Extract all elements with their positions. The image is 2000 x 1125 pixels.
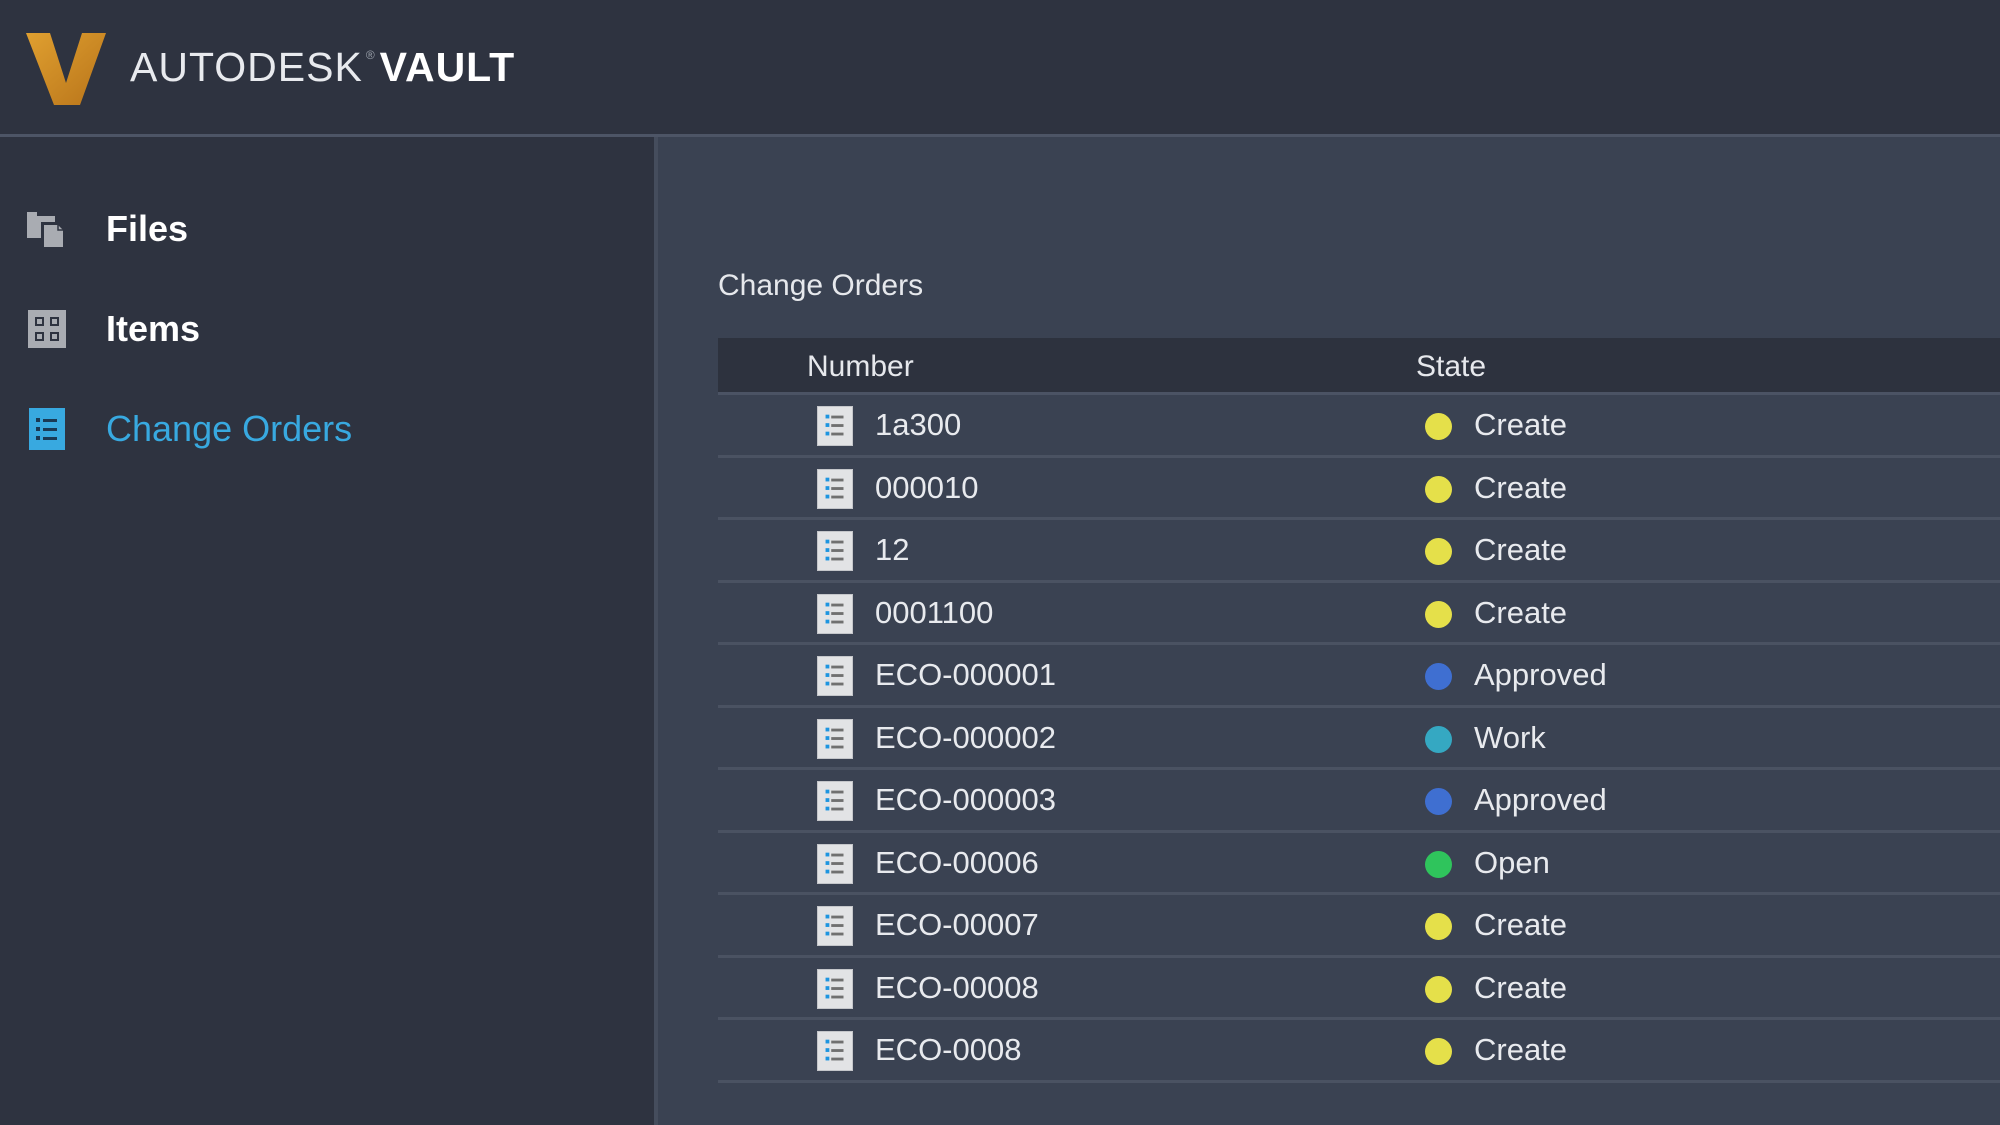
change-order-state: Open: [1474, 844, 1550, 880]
state-indicator-icon: [1425, 1038, 1452, 1065]
change-order-state: Work: [1474, 719, 1546, 755]
change-order-icon: [817, 968, 853, 1009]
change-order-icon: [817, 593, 853, 634]
change-order-number[interactable]: ECO-00006: [875, 833, 1039, 893]
main-content: Change Orders Number State 1a300 Create …: [658, 137, 2000, 1125]
table-row[interactable]: 0001100 Create: [718, 583, 2000, 645]
change-order-number[interactable]: ECO-000002: [875, 708, 1056, 768]
table-row[interactable]: ECO-000003 Approved: [718, 770, 2000, 833]
table-row[interactable]: ECO-00007 Create: [718, 895, 2000, 958]
change-order-icon: [817, 656, 853, 696]
change-order-icon: [817, 718, 853, 759]
change-order-state: Create: [1474, 907, 1568, 942]
table-row[interactable]: ECO-000001 Approved: [718, 645, 2000, 708]
state-indicator-icon: [1425, 600, 1452, 628]
change-order-state: Create: [1474, 469, 1568, 505]
items-grid-icon: [28, 310, 66, 348]
change-order-number[interactable]: ECO-00008: [875, 958, 1039, 1018]
change-order-number[interactable]: ECO-000003: [875, 770, 1056, 830]
change-order-state: Create: [1474, 1032, 1568, 1067]
change-order-list-icon: [29, 408, 65, 450]
table-header: Number State: [718, 338, 2000, 395]
change-order-state: Approved: [1474, 782, 1607, 817]
state-indicator-icon: [1425, 663, 1452, 690]
change-order-number[interactable]: ECO-00007: [875, 895, 1039, 955]
brand-autodesk: AUTODESK: [130, 44, 363, 90]
column-header-number[interactable]: Number: [807, 338, 914, 395]
state-indicator-icon: [1425, 725, 1452, 753]
table-body: 1a300 Create 000010 Create 12 Create 000…: [718, 395, 2000, 1083]
page-title: Change Orders: [718, 269, 924, 302]
change-order-number[interactable]: ECO-000001: [875, 645, 1056, 705]
state-indicator-icon: [1425, 475, 1452, 503]
sidebar-item-files[interactable]: Files: [0, 194, 654, 264]
sidebar-item-label: Change Orders: [106, 408, 353, 449]
table-row[interactable]: ECO-000002 Work: [718, 708, 2000, 770]
change-order-icon: [817, 468, 853, 509]
change-order-number[interactable]: 000010: [875, 458, 978, 518]
change-order-number[interactable]: 0001100: [875, 583, 993, 643]
change-order-state: Create: [1474, 594, 1568, 630]
change-order-state: Create: [1474, 532, 1568, 567]
change-order-number[interactable]: ECO-0008: [875, 1020, 1021, 1080]
change-order-number[interactable]: 1a300: [875, 395, 961, 455]
table-row[interactable]: 12 Create: [718, 520, 2000, 583]
brand-vault: VAULT: [379, 44, 516, 90]
sidebar-item-label: Items: [106, 308, 201, 349]
table-row[interactable]: 1a300 Create: [718, 395, 2000, 458]
sidebar-item-items[interactable]: Items: [0, 294, 654, 364]
state-indicator-icon: [1425, 975, 1452, 1003]
sidebar-nav: Files Items Change Orders: [0, 137, 658, 1125]
state-indicator-icon: [1425, 538, 1452, 565]
change-order-icon: [817, 781, 853, 821]
registered-mark: ®: [365, 48, 376, 62]
state-indicator-icon: [1425, 913, 1452, 940]
change-order-state: Create: [1474, 407, 1568, 442]
change-order-icon: [817, 906, 853, 946]
change-order-icon: [817, 843, 853, 884]
column-header-state[interactable]: State: [1416, 338, 1486, 395]
change-order-state: Approved: [1474, 657, 1607, 692]
sidebar-item-label: Files: [106, 208, 189, 249]
change-order-icon: [817, 531, 853, 571]
state-indicator-icon: [1425, 850, 1452, 878]
app-header: AUTODESK ® VAULT: [0, 0, 2000, 137]
state-indicator-icon: [1425, 788, 1452, 815]
vault-logo-icon: [26, 33, 106, 105]
change-order-state: Create: [1474, 969, 1568, 1005]
sidebar-item-change-orders[interactable]: Change Orders: [0, 394, 654, 464]
change-order-icon: [817, 406, 853, 446]
change-orders-table: Number State 1a300 Create 000010 Create: [718, 338, 2000, 1083]
files-icon: [27, 212, 65, 248]
change-order-icon: [817, 1031, 853, 1071]
table-row[interactable]: ECO-0008 Create: [718, 1020, 2000, 1083]
table-row[interactable]: 000010 Create: [718, 458, 2000, 520]
table-row[interactable]: ECO-00006 Open: [718, 833, 2000, 895]
app-brand: AUTODESK ® VAULT: [130, 44, 515, 91]
state-indicator-icon: [1425, 413, 1452, 440]
table-row[interactable]: ECO-00008 Create: [718, 958, 2000, 1020]
change-order-number[interactable]: 12: [875, 520, 909, 580]
